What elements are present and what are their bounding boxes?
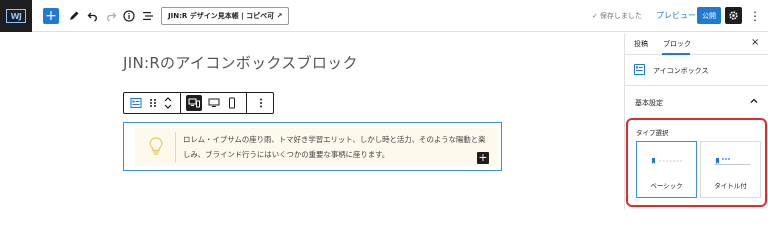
move-up-down-icon[interactable] [160, 95, 176, 111]
list-view-icon[interactable] [140, 8, 156, 24]
sidebar-tabs: 投稿 ブロック × [625, 33, 768, 55]
type-option-with-title[interactable]: タイトル付 [700, 141, 761, 198]
preview-button[interactable]: プレビュー [656, 10, 696, 21]
settings-button[interactable] [725, 7, 742, 24]
site-logo[interactable]: WJ [0, 0, 32, 32]
tab-block[interactable]: ブロック [663, 39, 691, 49]
block-card-title: アイコンボックス [653, 67, 709, 75]
document-title-button[interactable]: JIN:R デザイン見本帳 | コピペ可 ↗ [161, 7, 290, 25]
icon-box-content: ロレム・イプサムの座り雨、トマ好き学習エリット、しかし時と活力、そのような陽動と… [135, 128, 497, 166]
basic-settings-panel-toggle[interactable]: 基本設定 [625, 88, 768, 115]
type-option-with-title-label: タイトル付 [714, 182, 747, 190]
undo-icon[interactable] [85, 8, 101, 24]
saved-status-label: 保存しました [599, 12, 642, 20]
lightbulb-icon [149, 137, 163, 155]
block-appender-button[interactable]: + [477, 152, 489, 164]
block-toolbar [123, 92, 274, 114]
block-card: アイコンボックス [625, 55, 768, 86]
info-icon[interactable] [121, 8, 137, 24]
icon-box-block-icon [634, 64, 645, 75]
type-option-basic-label: ベーシック [650, 182, 683, 190]
redo-icon[interactable] [103, 8, 119, 24]
pencil-icon[interactable] [66, 8, 82, 24]
chevron-up-icon [750, 98, 758, 103]
post-title[interactable]: JIN:Rのアイコンボックスブロック [123, 52, 358, 73]
type-select-label: タイプ選択 [636, 129, 669, 137]
tab-post[interactable]: 投稿 [634, 39, 648, 49]
mobile-icon[interactable] [224, 95, 240, 111]
add-block-button[interactable]: + [43, 8, 59, 24]
block-type-icon[interactable] [128, 95, 144, 111]
icon-box-text[interactable]: ロレム・イプサムの座り雨、トマ好き学習エリット、しかし時と活力、そのような陽動と… [183, 132, 489, 162]
drag-handle-icon[interactable] [145, 95, 161, 111]
basic-settings-label: 基本設定 [635, 99, 663, 107]
icon-box-divider [175, 132, 176, 162]
desktop-icon[interactable] [206, 95, 222, 111]
publish-button[interactable]: 公開 [697, 7, 721, 24]
close-sidebar-button[interactable]: × [751, 37, 759, 48]
toolbar-divider [246, 93, 247, 113]
toolbar-divider [180, 93, 181, 113]
basic-style-preview-icon [652, 158, 683, 164]
block-options-icon[interactable] [253, 95, 269, 111]
options-menu-button[interactable]: ⋮ [749, 8, 761, 24]
device-all-icon[interactable] [186, 95, 202, 111]
logo-mark: WJ [6, 9, 26, 23]
top-toolbar: WJ + JIN:R デザイン見本帳 | コピペ可 ↗ ✓ 保存しました プレビ… [0, 0, 768, 32]
saved-status: ✓ 保存しました [592, 11, 642, 21]
with-title-style-preview-icon [714, 158, 750, 165]
settings-sidebar: 投稿 ブロック × アイコンボックス 基本設定 タイプ選択 ベーシック タイトル… [624, 33, 768, 209]
editor-app: WJ + JIN:R デザイン見本帳 | コピペ可 ↗ ✓ 保存しました プレビ… [0, 0, 768, 209]
icon-box-block[interactable]: ロレム・イプサムの座り雨、トマ好き学習エリット、しかし時と活力、そのような陽動と… [123, 122, 502, 171]
gear-icon [729, 11, 738, 20]
type-option-basic[interactable]: ベーシック [636, 141, 697, 198]
check-icon: ✓ [592, 12, 598, 20]
type-select-panel: タイプ選択 ベーシック タイトル付 [626, 118, 767, 207]
